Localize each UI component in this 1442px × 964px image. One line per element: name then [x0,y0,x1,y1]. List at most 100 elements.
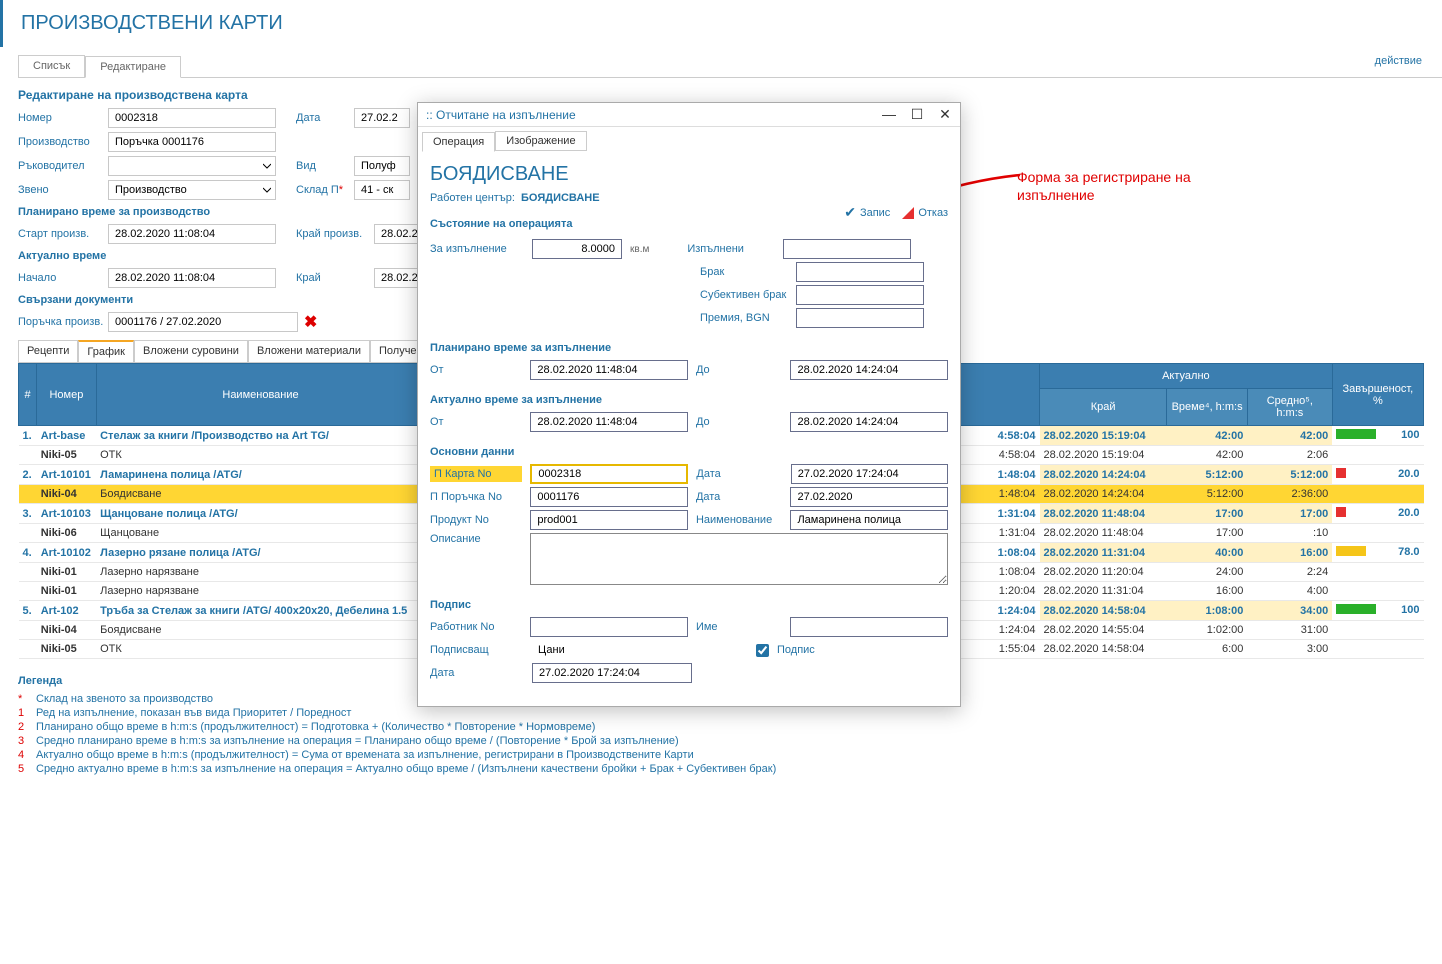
th-avg[interactable]: Средно⁵, h:m:s [1247,389,1332,426]
worker-name-input[interactable] [790,617,948,637]
type-input[interactable] [354,156,410,176]
order-input[interactable] [108,312,298,332]
sign-date-input[interactable] [532,663,692,683]
number-label: Номер [18,112,108,124]
act-to-label: До [696,416,783,428]
annotation-text: Форма за регистриране на изпълнение [1017,168,1191,204]
prod-name-label: Наименование [696,514,783,526]
plan-from-label: От [430,364,522,376]
th-actual: Актуално [1040,364,1333,389]
md-date-label: Дата [696,468,782,480]
operation-heading: БОЯДИСВАНЕ [430,163,948,186]
desc-label: Описание [430,533,522,545]
production-label: Производство [18,136,108,148]
dlg-order-label: П Поръчка No [430,491,522,503]
plan-from-input[interactable] [530,360,688,380]
leader-label: Ръководител [18,160,108,172]
subtab-raw[interactable]: Вложени суровини [134,340,248,363]
sign-checkbox[interactable] [756,644,769,657]
subtab-recipes[interactable]: Рецепти [18,340,78,363]
card-input[interactable] [530,464,688,484]
th-done[interactable]: Завършеност, % [1332,364,1423,426]
for-exec-label: За изпълнение [430,243,524,255]
act-from-label: От [430,416,522,428]
dialog-tab-operation[interactable]: Операция [422,132,495,152]
card-label: П Карта No [430,466,522,482]
prod-input[interactable] [530,510,688,530]
start-input[interactable] [108,224,276,244]
dlg-order-input[interactable] [530,487,688,507]
dlg-order-date-input[interactable] [790,487,948,507]
done-input[interactable] [783,239,911,259]
for-exec-input[interactable] [532,239,622,259]
prod-name-input[interactable] [790,510,948,530]
sign-chk-label: Подпис [777,644,815,656]
bonus-label: Премия, BGN [700,312,788,324]
delete-doc-icon[interactable]: ✖ [304,312,317,332]
th-name[interactable]: Наименование [96,364,425,426]
sign-date-label: Дата [430,667,524,679]
subscrap-input[interactable] [796,285,924,305]
cancel-button[interactable]: Отказ [902,204,948,221]
subscrap-label: Субективен брак [700,289,788,301]
start-label: Старт произв. [18,228,108,240]
planned-section: Планирано време за изпълнение [430,342,948,354]
minimize-icon[interactable]: — [882,106,896,123]
save-button[interactable]: ✔Запис [844,204,890,221]
actual-end-label: Край [296,272,374,284]
edit-heading: Редактиране на производствена карта [18,88,1424,102]
worker-no-label: Работник No [430,621,522,633]
plan-to-label: До [696,364,783,376]
main-data-section: Основни данни [430,446,948,458]
legend-row: 4Актуално общо време в h:m:s (продължите… [18,749,1424,761]
date-label: Дата [296,112,354,124]
maximize-icon[interactable]: ☐ [910,106,924,123]
scrap-input[interactable] [796,262,924,282]
md-date-input[interactable] [791,464,948,484]
th-end[interactable]: Край [1040,389,1167,426]
worker-name-label: Име [696,621,783,633]
desc-textarea[interactable] [530,533,948,585]
unit-select[interactable]: Производство [108,180,276,200]
tab-list[interactable]: Списък [18,55,85,77]
sign-section: Подпис [430,599,948,611]
warehouse-input[interactable] [354,180,410,200]
th-num[interactable]: Номер [37,364,96,426]
close-icon[interactable]: ✕ [938,106,952,123]
workcenter-row: Работен център: БОЯДИСВАНЕ [430,192,948,204]
bonus-input[interactable] [796,308,924,328]
legend-row: 1Ред на изпълнение, показан във вида При… [18,707,1424,719]
dialog-tab-image[interactable]: Изображение [495,131,586,151]
legend-row: 2Планирано общо време в h:m:s (продължит… [18,721,1424,733]
th-time[interactable]: Време⁴, h:m:s [1167,389,1248,426]
subtab-materials[interactable]: Вложени материали [248,340,370,363]
dialog-title-text: :: Отчитане на изпълнение [426,108,576,122]
prod-label: Продукт No [430,514,522,526]
action-link[interactable]: действие [1375,55,1422,67]
execution-dialog: :: Отчитане на изпълнение — ☐ ✕ Операция… [417,102,961,707]
signer-value [532,640,692,660]
actual-start-input[interactable] [108,268,276,288]
th-hash: # [19,364,37,426]
cancel-icon [902,207,914,219]
date-input[interactable] [354,108,410,128]
plan-to-input[interactable] [790,360,948,380]
act-to-input[interactable] [790,412,948,432]
production-input[interactable] [108,132,276,152]
subtab-graphic[interactable]: График [78,340,134,363]
main-tabs: Списък Редактиране [18,55,1442,78]
tab-edit[interactable]: Редактиране [85,56,181,78]
actual-start-label: Начало [18,272,108,284]
state-section: Състояние на операцията [430,218,572,230]
number-input[interactable] [108,108,276,128]
unit-label: кв.м [630,244,649,255]
unit-label: Звено [18,184,108,196]
order-label: Поръчка произв. [18,316,108,328]
leader-select[interactable] [108,156,276,176]
act-from-input[interactable] [530,412,688,432]
done-label: Изпълнени [687,243,775,255]
legend-row: 5Средно актуално време в h:m:s за изпълн… [18,763,1424,775]
worker-no-input[interactable] [530,617,688,637]
warehouse-label: Склад П* [296,184,354,196]
type-label: Вид [296,160,354,172]
